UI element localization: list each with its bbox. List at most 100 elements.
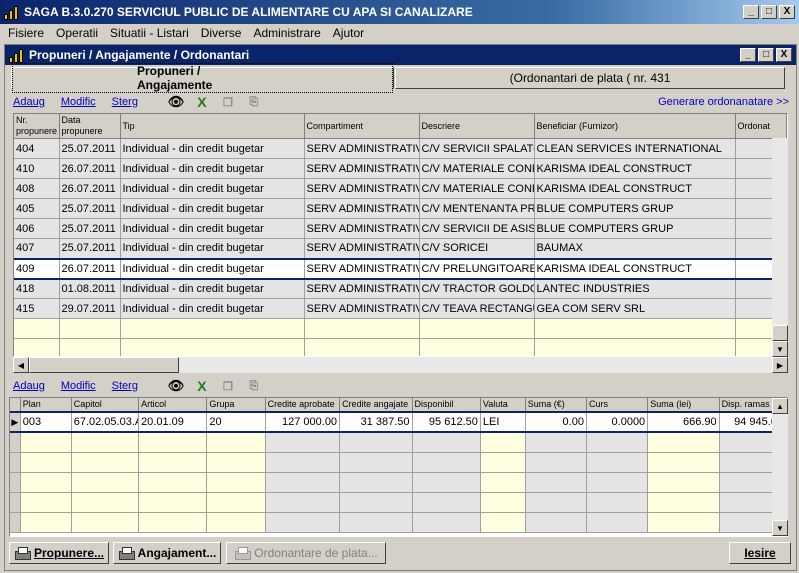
child-maximize-button[interactable]: □	[758, 48, 774, 62]
col-valuta[interactable]: Valuta	[480, 398, 526, 413]
scroll-mid-button[interactable]	[772, 325, 788, 341]
proposals-toolbar: Adaug Modific Sterg 👁 X ❐ ⎘ Generare ord…	[13, 93, 789, 111]
table-cell: GEA COM SERV SRL	[534, 298, 736, 319]
table-row[interactable]: 404 25.07.2011 Individual - din credit bug…	[14, 138, 787, 159]
table-cell: 25.07.2011	[59, 198, 121, 219]
paste-icon[interactable]: ⎘	[246, 95, 262, 109]
col-tip[interactable]: Tip	[120, 114, 305, 139]
copy-icon[interactable]: ❐	[220, 95, 236, 109]
scroll-right-button[interactable]: ▶	[772, 357, 788, 373]
copy-icon-2[interactable]: ❐	[220, 379, 236, 393]
tab-strip: Propuneri / Angajamente (Ordonantari de …	[9, 63, 791, 93]
table-cell: BLUE COMPUTERS GRUP	[534, 218, 736, 239]
iesire-button[interactable]: Iesire	[729, 542, 791, 564]
budget-scroll-down-button[interactable]: ▼	[772, 520, 788, 536]
minimize-button[interactable]: _	[743, 5, 759, 19]
table-cell: SERV ADMINISTRATIV	[304, 298, 420, 319]
menu-fisiere[interactable]: Fisiere	[2, 26, 50, 40]
scroll-down-button[interactable]: ▼	[772, 341, 788, 357]
proposals-hscroll[interactable]: ◀ ▶	[13, 357, 788, 373]
table-row[interactable]: 415 29.07.2011 Individual - din credit bug…	[14, 298, 787, 319]
propunere-button[interactable]: Propunere...	[9, 542, 109, 564]
table-row[interactable]: 418 01.08.2011 Individual - din credit bug…	[14, 278, 787, 299]
delete-link-2[interactable]: Sterg	[112, 380, 138, 392]
delete-link[interactable]: Sterg	[112, 96, 138, 108]
col-disponibil[interactable]: Disponibil	[412, 398, 481, 413]
excel-icon-2[interactable]: X	[194, 378, 210, 394]
table-cell: 20	[206, 411, 266, 433]
col-data-propunere[interactable]: Data propunere	[59, 114, 121, 139]
add-link[interactable]: Adaug	[13, 96, 45, 108]
col-credite-aprobate[interactable]: Credite aprobate	[265, 398, 341, 413]
tab-ordonantari[interactable]: (Ordonantari de plata ( nr. 431	[395, 67, 785, 89]
table-cell: 31 387.50	[339, 411, 413, 433]
table-cell: Individual - din credit bugetar	[120, 158, 305, 179]
col-grupa[interactable]: Grupa	[206, 398, 266, 413]
scroll-left-button[interactable]: ◀	[13, 357, 29, 373]
table-cell: BAUMAX	[534, 238, 736, 259]
app-title: SAGA B.3.0.270 SERVICIUL PUBLIC DE ALIME…	[24, 5, 473, 19]
edit-link[interactable]: Modific	[61, 96, 96, 108]
table-cell: 26.07.2011	[59, 158, 121, 179]
col-descriere[interactable]: Descriere	[419, 114, 535, 139]
add-link-2[interactable]: Adaug	[13, 380, 45, 392]
col-articol[interactable]: Articol	[138, 398, 208, 413]
menu-operatii[interactable]: Operatii	[50, 26, 104, 40]
table-cell: Individual - din credit bugetar	[120, 298, 305, 319]
close-button[interactable]: X	[779, 5, 795, 19]
child-minimize-button[interactable]: _	[740, 48, 756, 62]
col-curs[interactable]: Curs	[586, 398, 649, 413]
table-cell: 418	[14, 278, 60, 299]
table-row[interactable]: ▶ 003 67.02.05.03.A 20.01.09 20 127 000.00 31 …	[10, 411, 787, 433]
menu-situatii-listari[interactable]: Situatii - Listari	[104, 26, 195, 40]
col-beneficiar[interactable]: Beneficiar (Furnizor)	[534, 114, 736, 139]
row-indicator-icon: ▶	[10, 411, 21, 433]
table-row[interactable]: 407 25.07.2011 Individual - din credit bug…	[14, 238, 787, 259]
tab-propuneri-angajamente[interactable]: Propuneri / Angajamente	[11, 63, 394, 93]
col-suma-eur[interactable]: Suma (€)	[525, 398, 587, 413]
table-row[interactable]: 409 26.07.2011 Individual - din credit bug…	[14, 257, 787, 280]
edit-link-2[interactable]: Modific	[61, 380, 96, 392]
table-cell: 415	[14, 298, 60, 319]
generate-ordonantare-link[interactable]: Generare ordonanatare >>	[658, 96, 789, 108]
table-cell: C/V TEAVA RECTANGU	[419, 298, 535, 319]
col-ordonat[interactable]: Ordonat	[735, 114, 787, 139]
table-cell: KARISMA IDEAL CONSTRUCT	[534, 158, 736, 179]
app-chart-icon	[4, 4, 20, 20]
table-row[interactable]: 410 26.07.2011 Individual - din credit bug…	[14, 158, 787, 179]
col-nr-propunere[interactable]: Nr. propunere	[14, 114, 60, 139]
col-capitol[interactable]: Capitol	[71, 398, 140, 413]
binoculars-icon-2[interactable]: 👁	[168, 378, 185, 393]
table-row[interactable]: 406 25.07.2011 Individual - din credit bug…	[14, 218, 787, 239]
child-window: Propuneri / Angajamente / Ordonantari _ …	[4, 44, 797, 571]
menu-administrare[interactable]: Administrare	[247, 26, 326, 40]
menu-diverse[interactable]: Diverse	[195, 26, 248, 40]
budget-vscroll[interactable]: ▲ ▼	[772, 398, 788, 536]
col-suma-lei[interactable]: Suma (lei)	[647, 398, 720, 413]
printer-icon	[14, 547, 31, 560]
excel-icon[interactable]: X	[194, 94, 210, 110]
budget-toolbar: Adaug Modific Sterg 👁 X ❐ ⎘	[13, 377, 789, 395]
menu-ajutor[interactable]: Ajutor	[327, 26, 370, 40]
table-cell: 26.07.2011	[59, 178, 121, 199]
col-plan[interactable]: Plan	[20, 398, 72, 413]
col-credite-angajate[interactable]: Credite angajate	[339, 398, 413, 413]
angajament-button[interactable]: Angajament...	[113, 542, 221, 564]
col-compartiment[interactable]: Compartiment	[304, 114, 420, 139]
maximize-button[interactable]: □	[761, 5, 777, 19]
binoculars-icon[interactable]: 👁	[168, 94, 185, 109]
child-close-button[interactable]: X	[776, 48, 792, 62]
table-cell: 01.08.2011	[59, 278, 121, 299]
table-cell: SERV ADMINISTRATIV	[304, 198, 420, 219]
budget-scroll-up-button[interactable]: ▲	[772, 398, 788, 414]
table-cell: 407	[14, 238, 60, 259]
table-row[interactable]: 405 25.07.2011 Individual - din credit bug…	[14, 198, 787, 219]
table-row[interactable]: 408 26.07.2011 Individual - din credit bug…	[14, 178, 787, 199]
proposals-vscroll[interactable]: ▼	[772, 138, 788, 357]
table-cell: 003	[20, 411, 72, 433]
hscroll-thumb[interactable]	[29, 357, 179, 373]
ordonantare-button[interactable]: Ordonantare de plata...	[226, 542, 386, 564]
paste-icon-2[interactable]: ⎘	[246, 379, 262, 393]
table-cell: 25.07.2011	[59, 218, 121, 239]
empty-row	[14, 338, 787, 356]
